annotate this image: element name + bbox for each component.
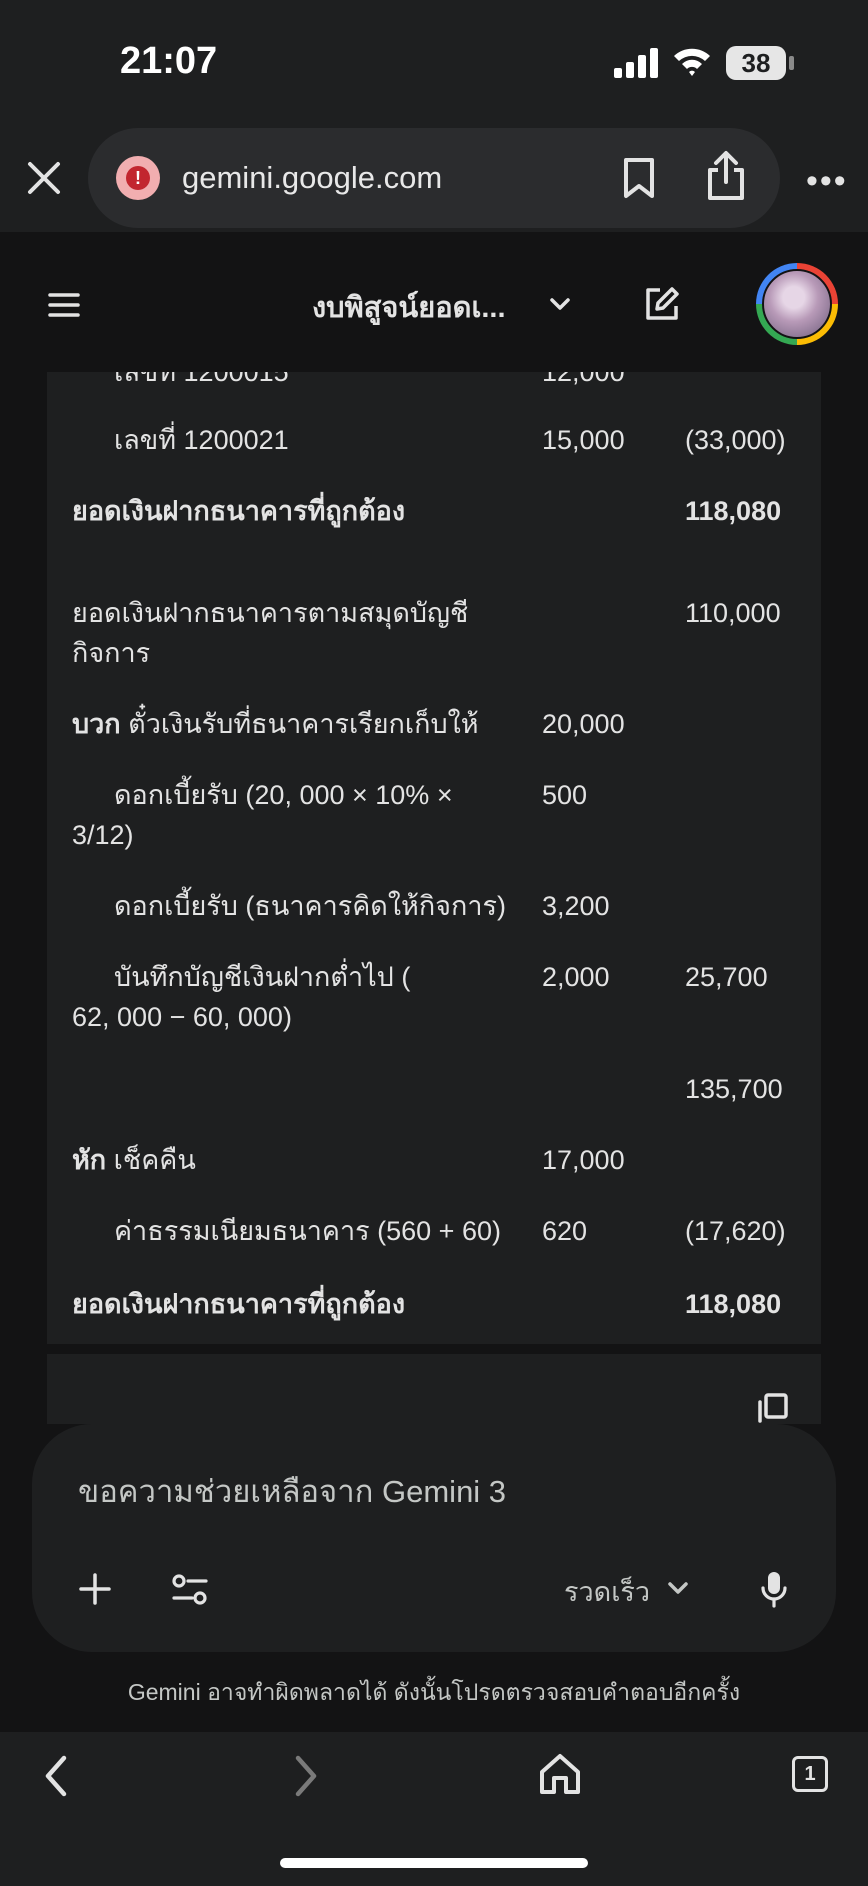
row-amount: 3,200 xyxy=(542,891,610,921)
tab-count-button[interactable]: 1 xyxy=(792,1756,828,1792)
forward-icon[interactable] xyxy=(290,1752,322,1800)
home-icon[interactable] xyxy=(536,1750,584,1798)
row-label: ยอดเงินฝากธนาคารตามสมุดบัญชี xyxy=(72,598,469,628)
plus-icon[interactable] xyxy=(78,1572,112,1606)
close-icon[interactable] xyxy=(22,156,66,200)
row-label: เลขที่ 1200015 xyxy=(114,372,289,387)
row-label-text: เช็คคืน xyxy=(113,1145,196,1175)
row-amount: 2,000 xyxy=(542,962,610,992)
row-total: (17,620) xyxy=(685,1216,786,1246)
back-icon[interactable] xyxy=(40,1752,72,1800)
battery-indicator: 38 xyxy=(726,46,786,80)
row-label: เลขที่ 1200021 xyxy=(114,425,289,455)
row-label-line2: 3/12) xyxy=(72,820,134,850)
row-label: ดอกเบี้ยรับ (20, 000 × 10% × xyxy=(114,780,453,810)
mic-icon[interactable] xyxy=(760,1570,788,1610)
row-label: ค่าธรรมเนียมธนาคาร (560 + 60) xyxy=(114,1216,501,1246)
table-row: เลขที่ 1200015 12,000 xyxy=(47,372,821,392)
row-label: บันทึกบัญชีเงินฝากต่ำไป ( xyxy=(114,962,411,992)
more-icon[interactable]: ••• xyxy=(806,162,848,201)
warning-icon-glyph: ! xyxy=(126,166,150,190)
row-total: 25,700 xyxy=(685,962,768,992)
row-amount: 17,000 xyxy=(542,1145,625,1175)
row-label: หัก เช็คคืน xyxy=(72,1140,532,1180)
row-prefix: หัก xyxy=(72,1145,107,1175)
chevron-down-icon[interactable] xyxy=(548,294,572,314)
url-text[interactable]: gemini.google.com xyxy=(182,160,442,196)
row-amount: 620 xyxy=(542,1216,588,1246)
row-amount: 12,000 xyxy=(542,372,625,387)
row-label: ยอดเงินฝากธนาคารที่ถูกต้อง xyxy=(72,496,406,526)
bookmark-icon[interactable] xyxy=(620,156,658,200)
status-time: 21:07 xyxy=(120,40,218,82)
row-total: 110,000 xyxy=(685,598,781,628)
row-label-line2: กิจการ xyxy=(72,638,151,668)
home-indicator xyxy=(280,1858,588,1868)
avatar[interactable] xyxy=(762,269,832,339)
row-prefix: บวก xyxy=(72,709,121,739)
prompt-input-box[interactable] xyxy=(32,1424,836,1652)
row-amount: 15,000 xyxy=(542,425,625,455)
prompt-input[interactable]: ขอความช่วยเหลือจาก Gemini 3 xyxy=(78,1466,506,1516)
edit-icon[interactable] xyxy=(642,284,682,324)
next-response-block xyxy=(47,1354,821,1424)
row-total: 135,700 xyxy=(685,1074,783,1104)
tools-icon[interactable] xyxy=(172,1574,208,1606)
row-amount: 500 xyxy=(542,780,588,810)
row-label: ยอดเงินฝากธนาคารที่ถูกต้อง xyxy=(72,1289,406,1319)
row-total: 118,080 xyxy=(685,1289,782,1319)
row-label-line2: 62, 000 − 60, 000) xyxy=(72,1002,292,1032)
disclaimer-text: Gemini อาจทำผิดพลาดได้ ดังนั้นโปรดตรวจสอ… xyxy=(127,1679,741,1705)
battery-tip xyxy=(789,56,794,70)
row-label-text: ตั๋วเงินรับที่ธนาคารเรียกเก็บให้ xyxy=(128,709,479,739)
wifi-icon xyxy=(674,48,710,76)
menu-icon[interactable] xyxy=(48,292,80,318)
chevron-down-icon[interactable] xyxy=(666,1578,690,1598)
share-icon[interactable] xyxy=(704,150,748,202)
row-total: (33,000) xyxy=(685,425,786,455)
row-total: 118,080 xyxy=(685,496,782,526)
conversation-title[interactable]: งบพิสูจน์ยอดเ... xyxy=(312,284,506,330)
response-table: เลขที่ 1200015 12,000 เลขที่ 1200021 15,… xyxy=(47,372,821,1344)
copy-icon[interactable] xyxy=(756,1392,790,1424)
signal-icon xyxy=(614,48,658,78)
row-label: ดอกเบี้ยรับ (ธนาคารคิดให้กิจการ) xyxy=(114,891,506,921)
row-label: บวก ตั๋วเงินรับที่ธนาคารเรียกเก็บให้ xyxy=(72,704,532,744)
model-mode-selector[interactable]: รวดเร็ว xyxy=(564,1570,650,1613)
row-amount: 20,000 xyxy=(542,709,625,739)
